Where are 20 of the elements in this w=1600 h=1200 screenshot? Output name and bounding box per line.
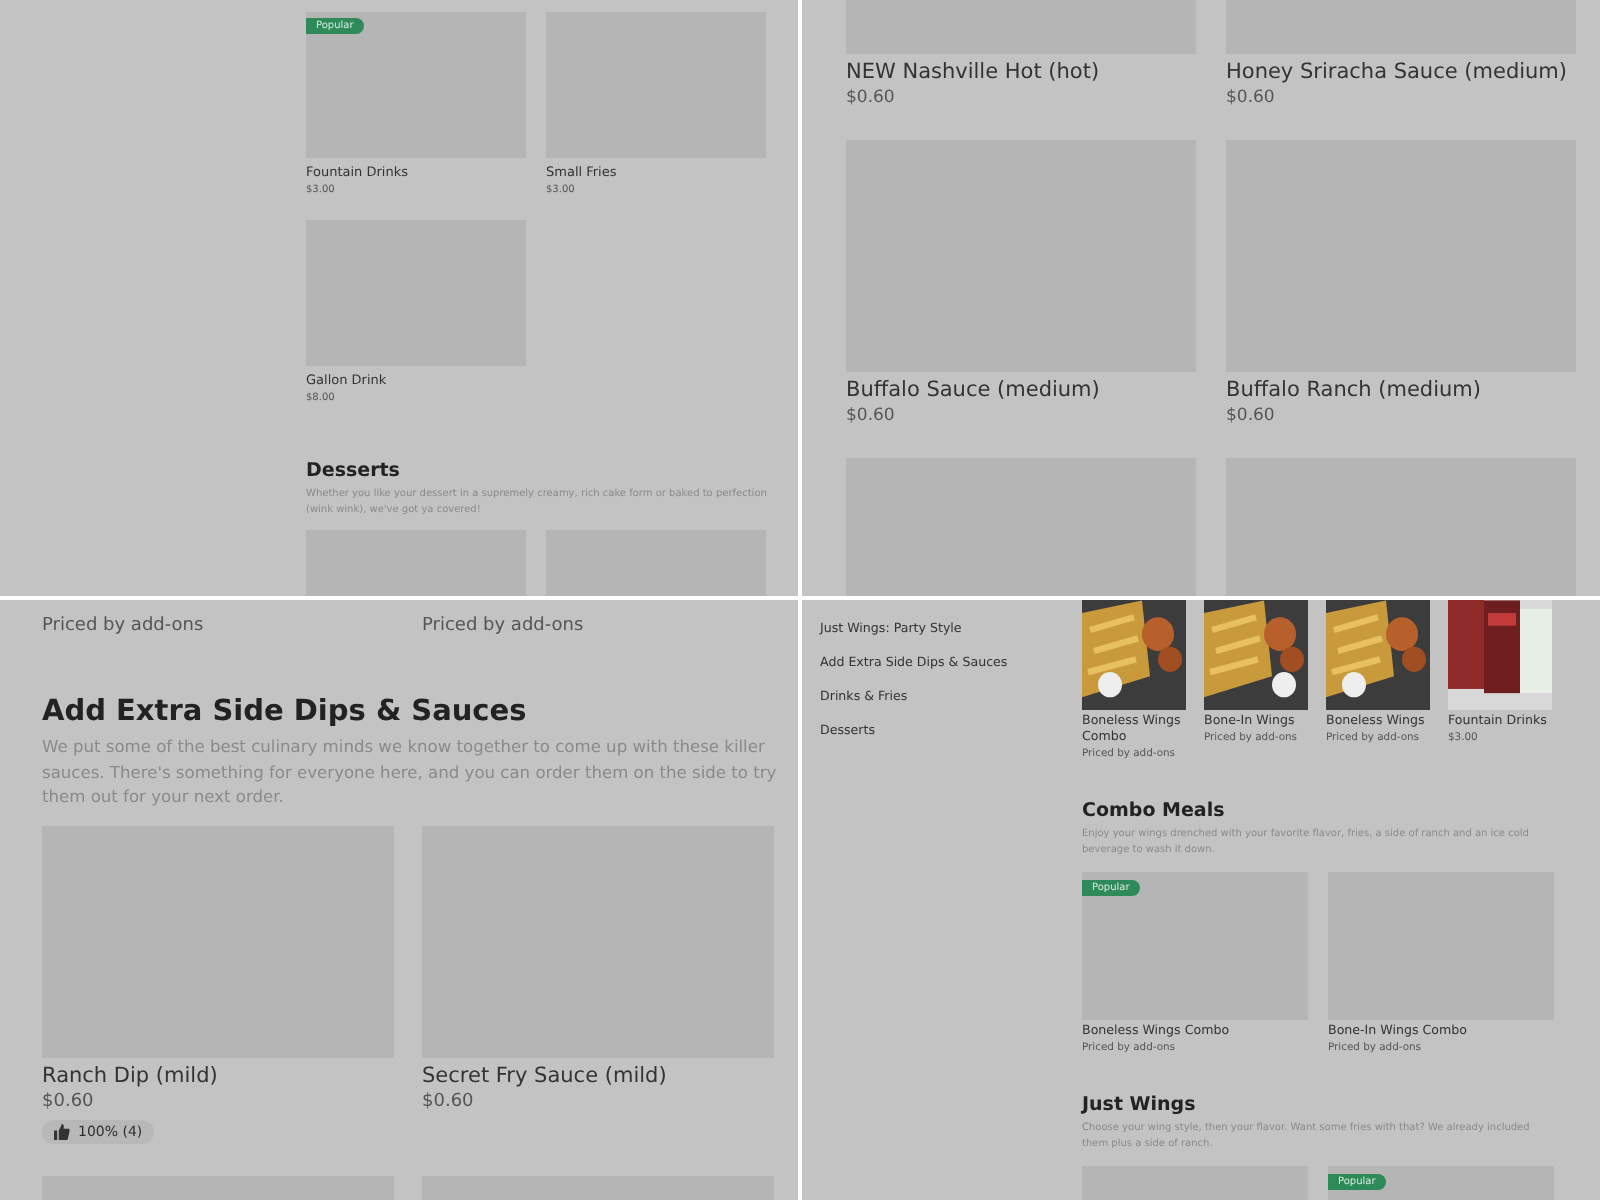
section-title: Just Wings — [1082, 1094, 1198, 1116]
item-price: $0.60 — [846, 406, 897, 426]
item-price: Priced by add-ons — [42, 616, 206, 636]
item-title[interactable]: Secret Fry Sauce (mild) — [422, 1063, 774, 1087]
item-title[interactable]: Buffalo Ranch (medium) — [1226, 378, 1576, 402]
item-title[interactable]: Honey Sriracha Sauce (medium) — [1226, 60, 1576, 84]
item-price: $0.60 — [422, 1091, 476, 1111]
item-price: $0.60 — [846, 88, 897, 108]
item-price: $0.60 — [1226, 88, 1277, 108]
item-price: $0.60 — [1226, 406, 1277, 426]
section-title: Combo Meals — [1082, 800, 1227, 822]
item-title[interactable]: Ranch Dip (mild) — [42, 1063, 394, 1087]
thumbs-up-icon — [54, 1123, 70, 1139]
item-title[interactable]: Buffalo Sauce (medium) — [846, 378, 1196, 402]
section-title: Desserts — [306, 460, 402, 482]
section-title: Add Extra Side Dips & Sauces — [42, 696, 529, 728]
item-price: $0.60 — [42, 1091, 96, 1111]
item-price: Priced by add-ons — [422, 616, 586, 636]
section-description: We put some of the best culinary minds we know together to come up with these killer sauces. There's something for everyone here, and you can order them on the side to try them out for your next order. — [42, 734, 779, 809]
item-title[interactable]: NEW Nashville Hot (hot) — [846, 60, 1196, 84]
